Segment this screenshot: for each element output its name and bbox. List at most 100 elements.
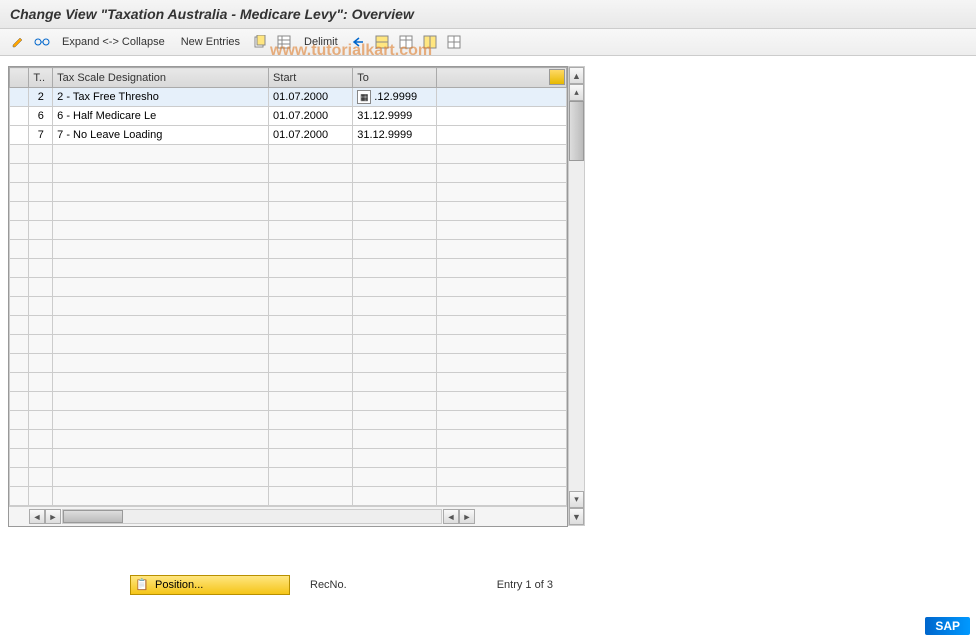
cell-empty[interactable] [353,221,437,240]
cell-empty[interactable] [53,411,269,430]
cell-empty[interactable] [29,278,53,297]
row-select-header[interactable] [10,68,29,88]
pencil-toggle-icon[interactable] [8,33,28,51]
cell-designation[interactable]: 2 - Tax Free Thresho [53,88,269,107]
grid-icon-3[interactable] [420,33,440,51]
hscroll-track[interactable] [62,509,442,524]
hscroll-left-button[interactable]: ◄ [29,509,45,524]
cell-empty[interactable] [269,487,353,506]
cell-empty[interactable] [29,145,53,164]
row-selector[interactable] [10,468,29,487]
cell-empty[interactable] [353,145,437,164]
cell-empty[interactable] [353,392,437,411]
cell-empty[interactable] [269,297,353,316]
cell-empty[interactable] [269,202,353,221]
cell-empty[interactable] [53,297,269,316]
row-selector[interactable] [10,297,29,316]
grid-icon-1[interactable] [372,33,392,51]
cell-start[interactable]: 01.07.2000 [269,88,353,107]
cell-empty[interactable] [269,430,353,449]
cell-empty[interactable] [269,354,353,373]
cell-empty[interactable] [53,430,269,449]
cell-empty[interactable] [269,259,353,278]
row-selector[interactable] [10,411,29,430]
cell-empty[interactable] [29,392,53,411]
row-selector[interactable] [10,145,29,164]
cell-empty[interactable] [269,335,353,354]
cell-empty[interactable] [53,373,269,392]
cell-empty[interactable] [29,259,53,278]
row-selector[interactable] [10,107,29,126]
glasses-icon[interactable] [32,33,52,51]
table-settings-icon[interactable] [549,69,565,85]
row-selector[interactable] [10,354,29,373]
cell-empty[interactable] [29,164,53,183]
cell-empty[interactable] [269,392,353,411]
cell-designation[interactable]: 6 - Half Medicare Le [53,107,269,126]
cell-empty[interactable] [29,335,53,354]
new-entries-button[interactable]: New Entries [175,34,246,50]
cell-empty[interactable] [353,487,437,506]
cell-t[interactable]: 6 [29,107,53,126]
cell-empty[interactable] [353,183,437,202]
row-selector[interactable] [10,430,29,449]
cell-empty[interactable] [269,278,353,297]
row-selector[interactable] [10,164,29,183]
row-selector[interactable] [10,335,29,354]
cell-empty[interactable] [29,183,53,202]
cell-t[interactable]: 2 [29,88,53,107]
cell-empty[interactable] [53,221,269,240]
cell-empty[interactable] [53,164,269,183]
row-selector[interactable] [10,449,29,468]
cell-t[interactable]: 7 [29,126,53,145]
row-selector[interactable] [10,221,29,240]
vscroll-up-step-button[interactable]: ▴ [569,84,584,101]
vscroll-up-button[interactable]: ▲ [569,67,584,84]
position-button[interactable]: Position... [130,575,290,595]
cell-empty[interactable] [353,278,437,297]
cell-empty[interactable] [269,164,353,183]
cell-empty[interactable] [53,278,269,297]
hscroll-thumb[interactable] [63,510,123,523]
row-selector[interactable] [10,392,29,411]
cell-empty[interactable] [353,354,437,373]
undo-icon[interactable] [348,33,368,51]
cell-start[interactable]: 01.07.2000 [269,107,353,126]
cell-empty[interactable] [269,468,353,487]
cell-empty[interactable] [29,297,53,316]
col-header-start[interactable]: Start [269,68,353,88]
row-selector[interactable] [10,259,29,278]
cell-empty[interactable] [29,373,53,392]
cell-empty[interactable] [53,202,269,221]
hscroll-right-button[interactable]: ► [459,509,475,524]
cell-empty[interactable] [269,221,353,240]
cell-empty[interactable] [53,487,269,506]
cell-empty[interactable] [269,449,353,468]
row-selector[interactable] [10,240,29,259]
cell-empty[interactable] [53,240,269,259]
cell-designation[interactable]: 7 - No Leave Loading [53,126,269,145]
grid-copy-icon[interactable] [274,33,294,51]
expand-collapse-button[interactable]: Expand <-> Collapse [56,34,171,50]
cell-empty[interactable] [353,373,437,392]
vscroll-down-button[interactable]: ▼ [569,508,584,525]
row-selector[interactable] [10,278,29,297]
cell-empty[interactable] [269,373,353,392]
cell-empty[interactable] [29,411,53,430]
cell-empty[interactable] [269,145,353,164]
cell-empty[interactable] [353,468,437,487]
cell-empty[interactable] [29,221,53,240]
cell-empty[interactable] [53,468,269,487]
cell-empty[interactable] [353,316,437,335]
cell-empty[interactable] [29,316,53,335]
row-selector[interactable] [10,373,29,392]
cell-start[interactable]: 01.07.2000 [269,126,353,145]
hscroll-right-step-button[interactable]: ► [45,509,61,524]
col-header-t[interactable]: T.. [29,68,53,88]
cell-empty[interactable] [353,430,437,449]
cell-to[interactable]: 31.12.9999 [353,107,437,126]
cell-empty[interactable] [29,449,53,468]
cell-empty[interactable] [353,240,437,259]
row-selector[interactable] [10,202,29,221]
cell-empty[interactable] [29,468,53,487]
